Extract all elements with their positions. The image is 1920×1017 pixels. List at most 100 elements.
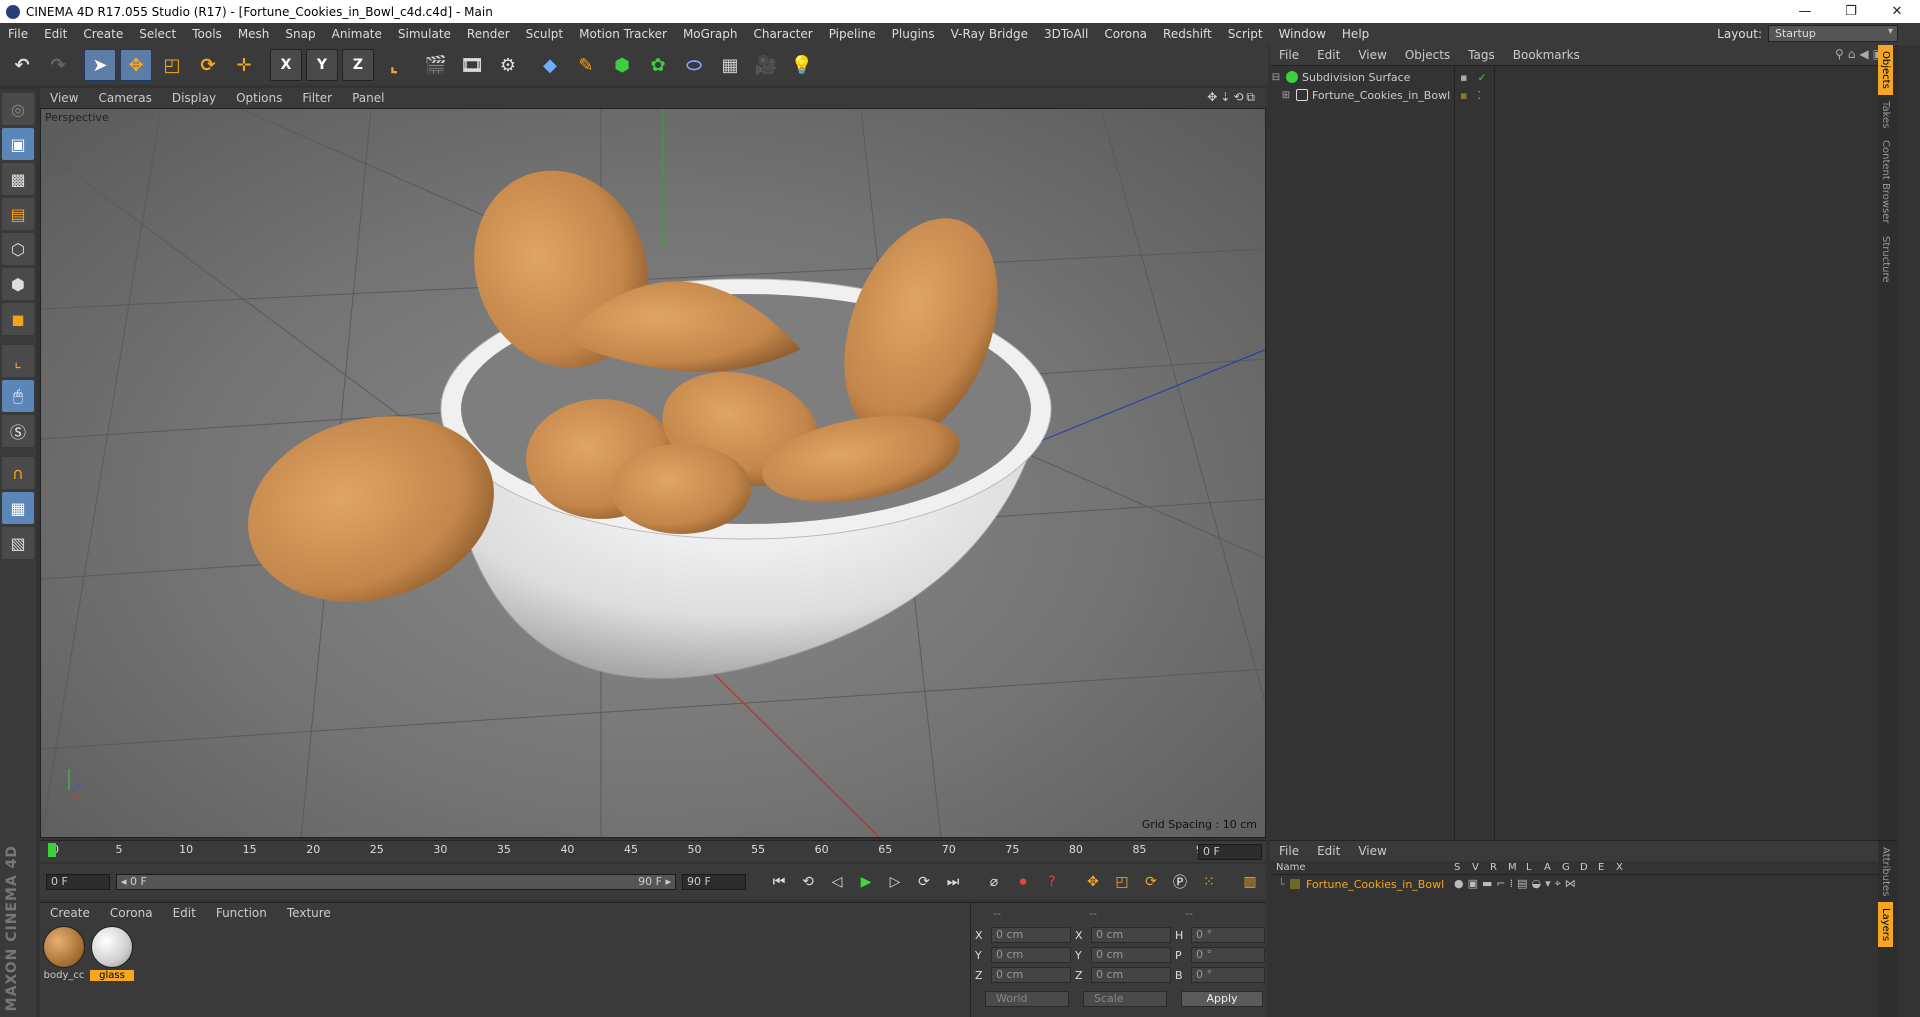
timeline-ticks[interactable]: 051015202530354045505560657075808590 xyxy=(48,841,1210,863)
viewport-menu-panel[interactable]: Panel xyxy=(342,91,394,105)
close-button[interactable]: ✕ xyxy=(1874,0,1920,23)
next-key-icon[interactable]: ⟳ xyxy=(911,869,937,895)
apply-button[interactable]: Apply xyxy=(1181,991,1263,1007)
redo-icon[interactable]: ↷ xyxy=(42,49,74,81)
object-row-fortune-cookies[interactable]: ⊞ Fortune_Cookies_in_Bowl ▪ ⁚ xyxy=(1270,86,1898,104)
locked-workplane-icon[interactable]: ▦ xyxy=(2,492,34,524)
menu-redshift[interactable]: Redshift xyxy=(1155,23,1220,45)
render-picture-viewer-icon[interactable]: 🎞 xyxy=(456,49,488,81)
snap-magnet-icon[interactable]: ∩ xyxy=(2,457,34,489)
playhead-marker[interactable] xyxy=(48,843,56,857)
timeline-ruler[interactable]: 051015202530354045505560657075808590 0 F xyxy=(40,840,1266,862)
key-rotation-icon[interactable]: ⟳ xyxy=(1138,869,1164,895)
menu-tools[interactable]: Tools xyxy=(184,23,230,45)
floor-icon[interactable]: ▦ xyxy=(714,49,746,81)
render-settings-icon[interactable]: ⚙ xyxy=(492,49,524,81)
key-position-icon[interactable]: ✥ xyxy=(1080,869,1106,895)
menu-window[interactable]: Window xyxy=(1271,23,1334,45)
material-glass[interactable]: glass xyxy=(90,926,134,981)
position-z-field[interactable]: 0 cm xyxy=(991,967,1071,983)
current-frame-field[interactable]: 0 F xyxy=(1198,844,1262,860)
collapse-icon[interactable]: ⊟ xyxy=(1270,72,1282,83)
light-icon[interactable]: 💡 xyxy=(786,49,818,81)
y-axis-lock-button[interactable]: Y xyxy=(306,49,338,81)
menu-motion-tracker[interactable]: Motion Tracker xyxy=(571,23,675,45)
key-parameter-icon[interactable]: Ⓟ xyxy=(1167,869,1193,895)
visibility-dots-icon[interactable]: ⁚ xyxy=(1477,89,1481,102)
enabled-check-icon[interactable]: ✓ xyxy=(1477,71,1486,84)
previous-key-icon[interactable]: ⟲ xyxy=(795,869,821,895)
viewport-menu-cameras[interactable]: Cameras xyxy=(88,91,161,105)
z-axis-lock-button[interactable]: Z xyxy=(342,49,374,81)
timeline-window-icon[interactable]: ▥ xyxy=(1237,869,1263,895)
menu-mograph[interactable]: MoGraph xyxy=(675,23,746,45)
points-mode-icon[interactable]: ⬡ xyxy=(2,233,34,265)
layer-toggle-icons[interactable]: ●▣▬⌐⁞▤◒▾⌖⋈ xyxy=(1454,877,1580,891)
object-row-subdivision-surface[interactable]: ⊟ Subdivision Surface ▪ ✓ xyxy=(1270,68,1898,86)
viewport-menu-filter[interactable]: Filter xyxy=(292,91,342,105)
edges-mode-icon[interactable]: ⬢ xyxy=(2,268,34,300)
keyframe-selection-icon[interactable]: ? xyxy=(1039,869,1065,895)
rotation-p-field[interactable]: 0 ° xyxy=(1191,947,1265,963)
tab-takes[interactable]: Takes xyxy=(1878,95,1893,134)
material-menu-create[interactable]: Create xyxy=(40,906,100,920)
workplane-mode-icon[interactable]: ▤ xyxy=(2,198,34,230)
material-menu-function[interactable]: Function xyxy=(206,906,277,920)
end-frame-field[interactable]: 90 F xyxy=(682,874,746,890)
layer-name[interactable]: Fortune_Cookies_in_Bowl xyxy=(1306,878,1454,891)
go-to-end-icon[interactable]: ⏭ xyxy=(940,869,966,895)
key-pla-icon[interactable]: ⁙ xyxy=(1196,869,1222,895)
tab-objects[interactable]: Objects xyxy=(1878,45,1893,95)
rotation-h-field[interactable]: 0 ° xyxy=(1191,927,1265,943)
position-x-field[interactable]: 0 cm xyxy=(991,927,1071,943)
polygons-mode-icon[interactable]: ◼ xyxy=(2,303,34,335)
visibility-toggle-icon[interactable]: ▪ xyxy=(1460,71,1467,84)
object-menu-view[interactable]: View xyxy=(1349,48,1395,62)
object-menu-objects[interactable]: Objects xyxy=(1396,48,1459,62)
menu-help[interactable]: Help xyxy=(1334,23,1377,45)
viewport-menu-display[interactable]: Display xyxy=(162,91,226,105)
layer-menu-edit[interactable]: Edit xyxy=(1308,844,1349,858)
axis-mode-icon[interactable]: ⌞ xyxy=(2,345,34,377)
object-menu-edit[interactable]: Edit xyxy=(1308,48,1349,62)
menu-corona[interactable]: Corona xyxy=(1096,23,1155,45)
menu-file[interactable]: File xyxy=(0,23,36,45)
object-menu-file[interactable]: File xyxy=(1270,48,1308,62)
pen-spline-icon[interactable]: ✎ xyxy=(570,49,602,81)
material-menu-texture[interactable]: Texture xyxy=(277,906,341,920)
size-x-field[interactable]: 0 cm xyxy=(1091,927,1171,943)
next-frame-icon[interactable]: ▷ xyxy=(882,869,908,895)
transform-tool-icon[interactable]: ✛ xyxy=(228,49,260,81)
maximize-button[interactable]: ❐ xyxy=(1828,0,1874,23)
tab-structure[interactable]: Structure xyxy=(1878,230,1893,289)
menu-render[interactable]: Render xyxy=(459,23,518,45)
size-mode-select[interactable]: Scale xyxy=(1083,991,1167,1007)
menu-snap[interactable]: Snap xyxy=(277,23,323,45)
key-scale-icon[interactable]: ◰ xyxy=(1109,869,1135,895)
material-body[interactable]: body_cc xyxy=(42,926,86,981)
deformer-icon[interactable]: ⬭ xyxy=(678,49,710,81)
frame-range-slider[interactable]: ◂ 0 F 90 F ▸ xyxy=(116,874,676,890)
solo-mode-icon[interactable]: Ⓢ xyxy=(2,415,34,447)
make-editable-icon[interactable]: ◎ xyxy=(2,93,34,125)
layout-select[interactable]: Startup xyxy=(1768,25,1898,42)
menu-sculpt[interactable]: Sculpt xyxy=(518,23,571,45)
layer-menu-file[interactable]: File xyxy=(1270,844,1308,858)
tab-content-browser[interactable]: Content Browser xyxy=(1878,134,1893,229)
menu-animate[interactable]: Animate xyxy=(324,23,390,45)
menu-create[interactable]: Create xyxy=(75,23,131,45)
material-menu-corona[interactable]: Corona xyxy=(100,906,163,920)
menu-vray-bridge[interactable]: V-Ray Bridge xyxy=(943,23,1036,45)
record-keys-icon[interactable]: ⌀ xyxy=(981,869,1007,895)
planar-workplane-icon[interactable]: ▧ xyxy=(2,527,34,559)
play-icon[interactable]: ▶ xyxy=(853,869,879,895)
go-to-start-icon[interactable]: ⏮ xyxy=(766,869,792,895)
object-menu-tags[interactable]: Tags xyxy=(1459,48,1504,62)
coordinate-system-icon[interactable]: ⌞ xyxy=(378,49,410,81)
coordinate-space-select[interactable]: World xyxy=(985,991,1069,1007)
rotate-tool-icon[interactable]: ⟳ xyxy=(192,49,224,81)
menu-script[interactable]: Script xyxy=(1220,23,1271,45)
live-selection-icon[interactable]: ➤ xyxy=(84,49,116,81)
menu-character[interactable]: Character xyxy=(745,23,820,45)
menu-simulate[interactable]: Simulate xyxy=(390,23,459,45)
